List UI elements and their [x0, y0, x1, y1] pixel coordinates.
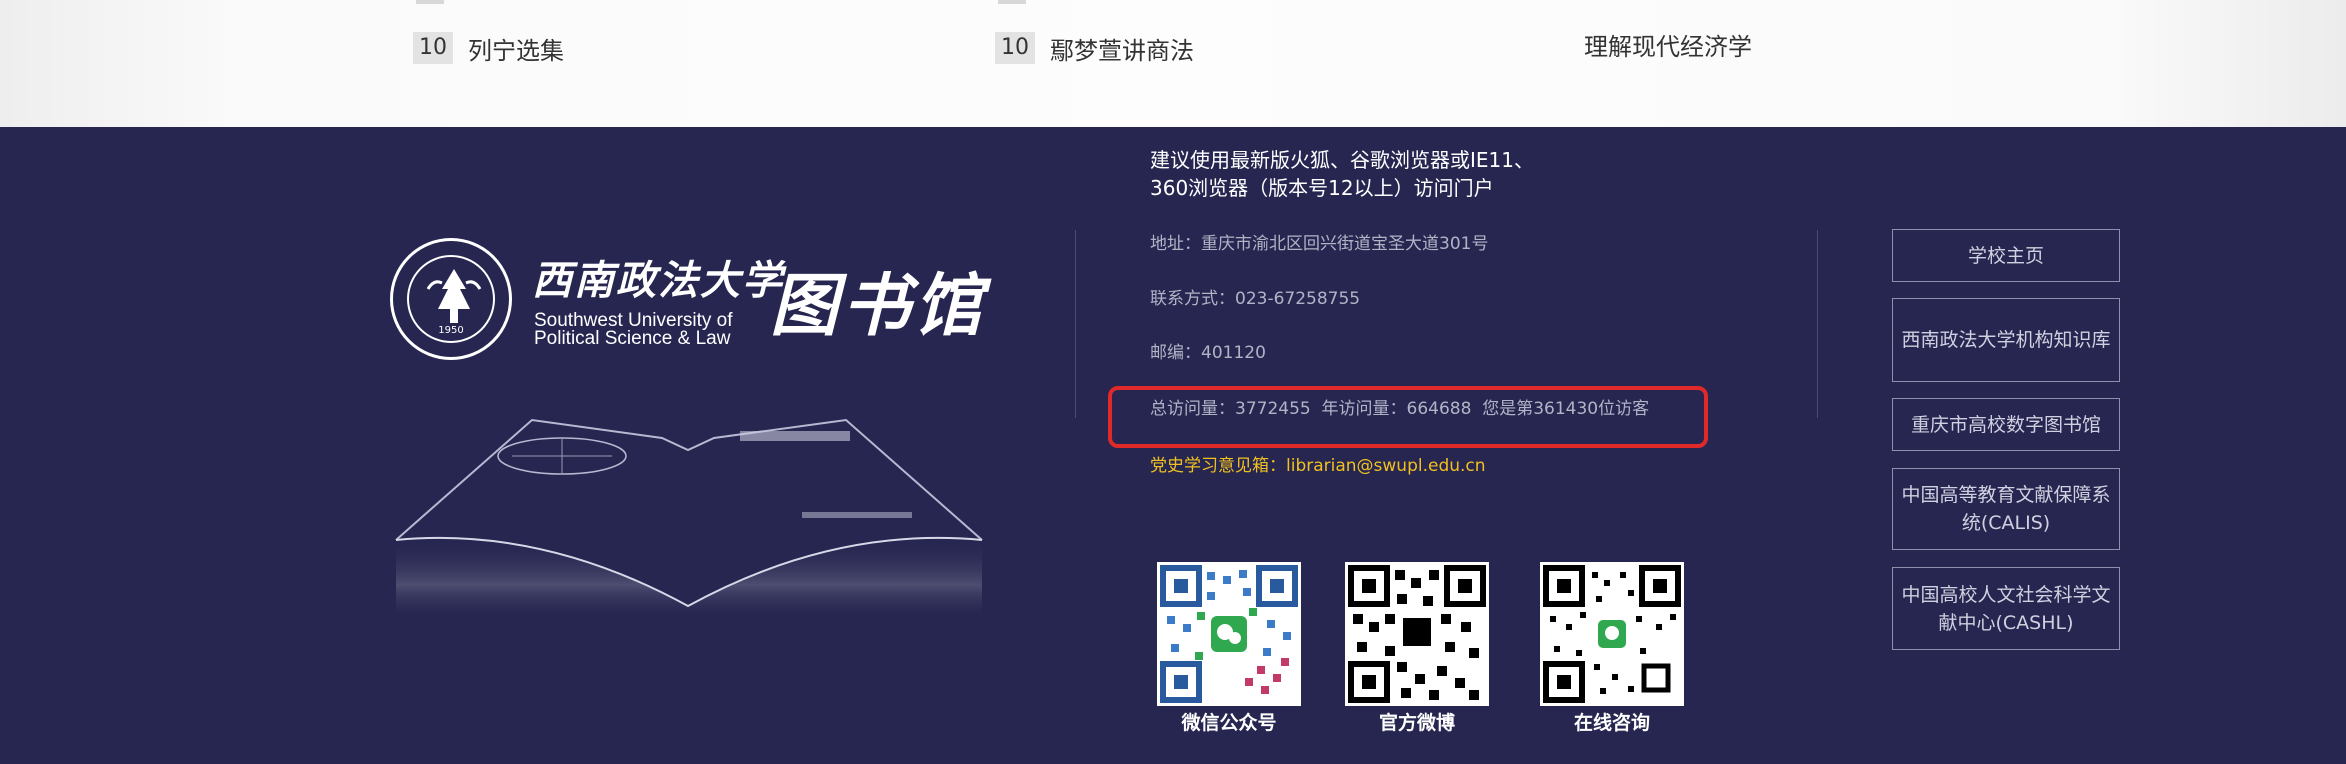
book-title[interactable]: 列宁选集	[468, 31, 564, 66]
postcode-text: 邮编：401120	[1150, 343, 1266, 363]
rank-stub	[998, 0, 1026, 4]
link-chongqing-digital-library[interactable]: 重庆市高校数字图书馆	[1892, 398, 2120, 451]
consult-qr-icon[interactable]	[1540, 562, 1684, 706]
qr-label: 在线咨询	[1573, 712, 1650, 734]
ranking-item[interactable]: 10 鄢梦萱讲商法	[995, 26, 1194, 70]
book-title[interactable]: 鄢梦萱讲商法	[1050, 31, 1194, 66]
emblem-year: 1950	[438, 325, 464, 336]
book-title[interactable]: 理解现代经济学	[1584, 27, 1752, 62]
link-school-homepage[interactable]: 学校主页	[1892, 229, 2120, 282]
visit-counter-highlight	[1108, 386, 1708, 448]
open-book-icon	[395, 418, 983, 616]
link-calis[interactable]: 中国高等教育文献保障系统(CALIS)	[1892, 468, 2120, 550]
qr-label: 官方微博	[1378, 712, 1455, 734]
weibo-qr-icon[interactable]	[1345, 562, 1489, 706]
browser-notice-line1: 建议使用最新版火狐、谷歌浏览器或IE11、	[1150, 148, 1534, 172]
ranking-item[interactable]: 理解现代经济学	[1584, 22, 1752, 66]
university-name-cn: 西南政法大学	[532, 257, 784, 304]
feedback-mailbox-link[interactable]: 党史学习意见箱：librarian@swupl.edu.cn	[1150, 451, 1486, 476]
link-institutional-repository[interactable]: 西南政法大学机构知识库	[1892, 298, 2120, 382]
divider-line	[1075, 230, 1076, 418]
browser-notice: 建议使用最新版火狐、谷歌浏览器或IE11、 360浏览器（版本号12以上）访问门…	[1150, 146, 1570, 202]
university-emblem-icon: 1950	[390, 238, 512, 360]
divider-line	[1817, 230, 1818, 418]
link-cashl[interactable]: 中国高校人文社会科学文献中心(CASHL)	[1892, 567, 2120, 650]
rank-stub	[416, 0, 444, 4]
qr-label: 微信公众号	[1181, 712, 1277, 734]
university-name-en-line2: Political Science & Law	[534, 328, 731, 349]
browser-notice-line2: 360浏览器（版本号12以上）访问门户	[1150, 176, 1494, 200]
address-text: 地址：重庆市渝北区回兴街道宝圣大道301号	[1150, 234, 1489, 254]
library-name-cn: 图书馆	[770, 266, 987, 346]
contact-text: 联系方式：023-67258755	[1150, 289, 1361, 309]
ranking-strip: 10 列宁选集 10 鄢梦萱讲商法 理解现代经济学	[0, 0, 2346, 127]
university-name-en: Southwest University of Political Scienc…	[534, 311, 764, 349]
ranking-item[interactable]: 10 列宁选集	[413, 26, 564, 70]
wechat-qr-icon[interactable]	[1157, 562, 1301, 706]
rank-number: 10	[413, 32, 453, 64]
rank-number: 10	[995, 32, 1035, 64]
